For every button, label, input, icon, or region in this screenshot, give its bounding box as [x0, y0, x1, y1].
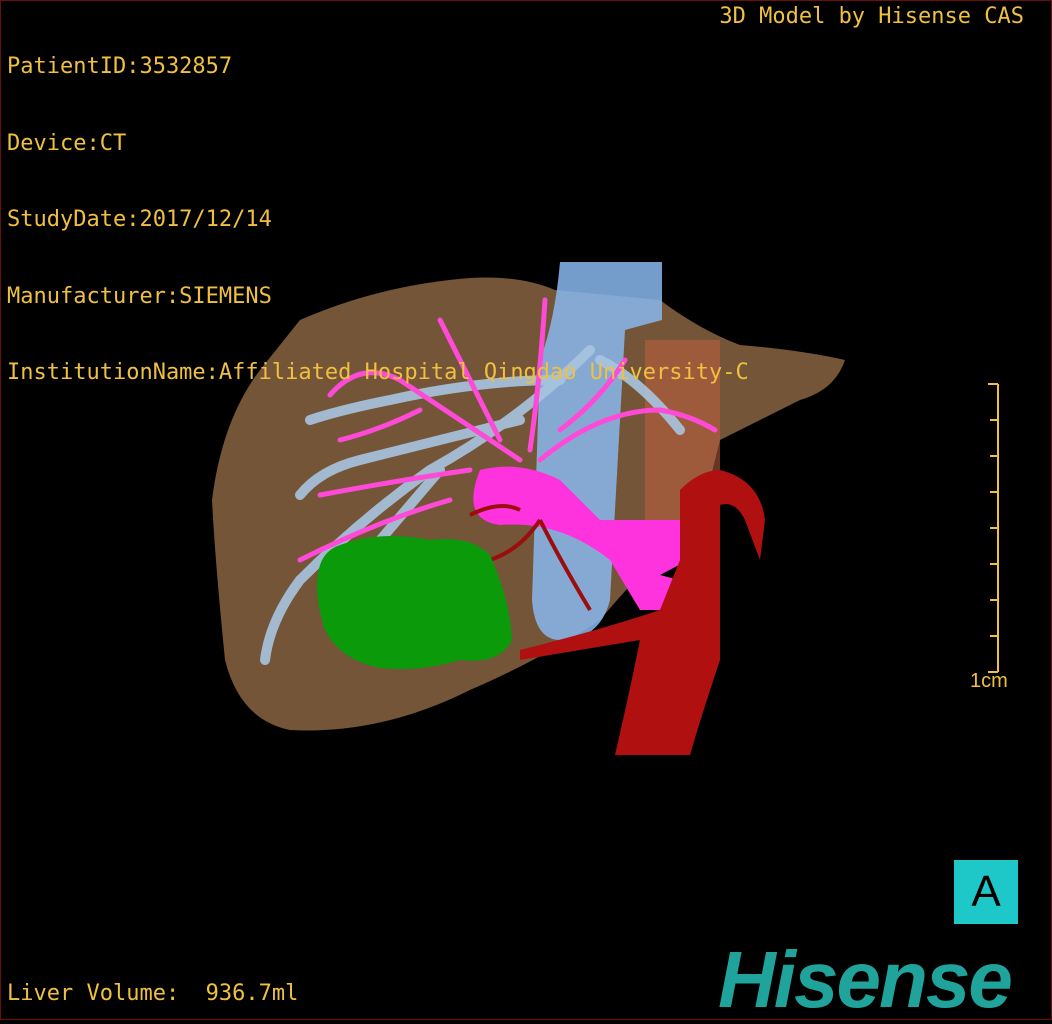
device: Device:CT	[7, 130, 127, 156]
liver-volume: Liver Volume: 936.7ml	[7, 981, 299, 1006]
scale-label: 1cm	[970, 670, 1008, 692]
hisense-logo: Hisense	[718, 935, 1013, 1024]
anterior-view-icon[interactable]: A	[954, 860, 1018, 924]
scale-ticks	[988, 383, 998, 673]
manufacturer: Manufacturer:SIEMENS	[7, 283, 272, 309]
tumor-mass	[316, 536, 512, 669]
patient-info-overlay: PatientID:3532857 Device:CT StudyDate:20…	[7, 3, 749, 411]
brand-caption: 3D Model by Hisense CAS	[719, 4, 1024, 29]
study-date: StudyDate:2017/12/14	[7, 207, 272, 232]
patient-id: PatientID:3532857	[7, 54, 233, 79]
institution-name: InstitutionName:Affiliated Hospital Qing…	[7, 360, 749, 385]
scale-bar	[988, 383, 999, 673]
